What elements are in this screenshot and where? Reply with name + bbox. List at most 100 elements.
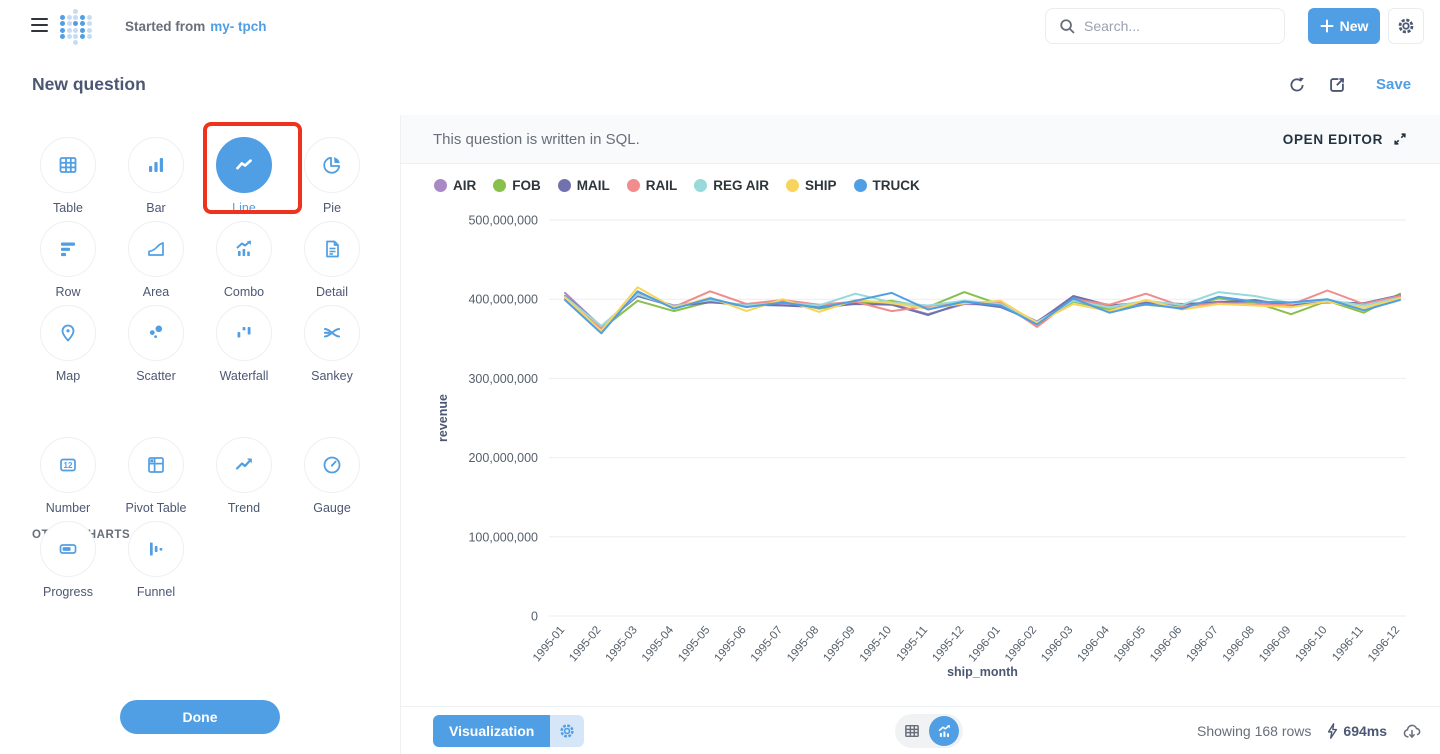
result-info: Showing 168 rows 694ms <box>1197 707 1422 754</box>
chart-type-label: Detail <box>316 285 348 299</box>
legend-color-dot <box>786 179 799 192</box>
hamburger-menu-icon[interactable] <box>31 18 48 32</box>
chart-type-pivot-table[interactable]: Pivot Table <box>112 437 200 515</box>
open-editor-label: OPEN EDITOR <box>1283 132 1383 147</box>
legend-label: TRUCK <box>873 178 920 193</box>
legend-label: FOB <box>512 178 541 193</box>
table-chart-icon <box>40 137 96 193</box>
svg-text:1996-09: 1996-09 <box>1257 624 1293 664</box>
chart-type-bar[interactable]: Bar <box>112 137 200 215</box>
legend-item-fob[interactable]: FOB <box>493 178 541 193</box>
question-title-bar: New question Save <box>0 52 1440 115</box>
share-button[interactable] <box>1327 75 1347 98</box>
svg-text:1996-02: 1996-02 <box>1003 624 1039 664</box>
chart-type-label: Trend <box>228 501 260 515</box>
chart-view-button[interactable] <box>929 716 959 746</box>
chart-type-pie[interactable]: Pie <box>288 137 376 215</box>
chart-type-label: Progress <box>43 585 93 599</box>
chart-type-label: Area <box>143 285 169 299</box>
legend-item-truck[interactable]: TRUCK <box>854 178 920 193</box>
svg-text:revenue: revenue <box>436 394 450 442</box>
legend-color-dot <box>558 179 571 192</box>
svg-text:1996-06: 1996-06 <box>1148 624 1184 664</box>
number-chart-icon: 12 <box>40 437 96 493</box>
refresh-button[interactable] <box>1287 75 1307 98</box>
svg-text:200,000,000: 200,000,000 <box>468 451 538 465</box>
chart-type-area[interactable]: Area <box>112 221 200 299</box>
chart-type-label: Pivot Table <box>126 501 187 515</box>
chart-type-row[interactable]: Row <box>24 221 112 299</box>
row-chart-icon <box>40 221 96 277</box>
pie-chart-icon <box>304 137 360 193</box>
svg-text:1995-06: 1995-06 <box>712 624 748 664</box>
chart-type-trend[interactable]: Trend <box>200 437 288 515</box>
chart-type-combo[interactable]: Combo <box>200 221 288 299</box>
legend-label: SHIP <box>805 178 837 193</box>
gauge-chart-icon <box>304 437 360 493</box>
svg-text:500,000,000: 500,000,000 <box>468 214 538 228</box>
legend-color-dot <box>694 179 707 192</box>
legend-item-mail[interactable]: MAIL <box>558 178 610 193</box>
download-results-button[interactable] <box>1402 722 1422 740</box>
legend-item-rail[interactable]: RAIL <box>627 178 678 193</box>
search-input[interactable] <box>1084 18 1272 34</box>
legend-item-air[interactable]: AIR <box>434 178 476 193</box>
chart-type-sankey[interactable]: Sankey <box>288 305 376 383</box>
lightning-bolt-icon <box>1326 723 1339 739</box>
chart-type-label: Scatter <box>136 369 176 383</box>
svg-text:1996-04: 1996-04 <box>1076 624 1113 665</box>
svg-text:1995-12: 1995-12 <box>930 624 966 664</box>
save-button[interactable]: Save <box>1376 76 1411 93</box>
trend-chart-icon <box>216 437 272 493</box>
svg-text:100,000,000: 100,000,000 <box>468 530 538 544</box>
chart-type-map[interactable]: Map <box>24 305 112 383</box>
top-nav-bar: Started from my- tpch New <box>0 0 1440 52</box>
legend-label: RAIL <box>646 178 678 193</box>
svg-text:1995-05: 1995-05 <box>676 624 712 664</box>
new-button-label: New <box>1340 18 1369 34</box>
sql-banner-text: This question is written in SQL. <box>433 131 640 148</box>
svg-text:ship_month: ship_month <box>947 665 1018 679</box>
progress-chart-icon <box>40 521 96 577</box>
chart-type-funnel[interactable]: Funnel <box>112 521 200 599</box>
chart-type-table[interactable]: Table <box>24 137 112 215</box>
open-editor-button[interactable]: OPEN EDITOR <box>1283 131 1408 147</box>
new-button[interactable]: New <box>1308 8 1380 44</box>
legend-item-ship[interactable]: SHIP <box>786 178 837 193</box>
visualization-button[interactable]: Visualization <box>433 715 550 747</box>
area-chart-icon <box>128 221 184 277</box>
table-view-button[interactable] <box>895 714 929 748</box>
svg-text:1995-10: 1995-10 <box>858 624 894 664</box>
legend-item-reg-air[interactable]: REG AIR <box>694 178 769 193</box>
chart-type-label: Bar <box>146 201 165 215</box>
svg-text:1996-01: 1996-01 <box>967 624 1003 664</box>
legend-label: REG AIR <box>713 178 769 193</box>
chart-type-scatter[interactable]: Scatter <box>112 305 200 383</box>
svg-text:300,000,000: 300,000,000 <box>468 372 538 386</box>
table-view-icon <box>903 722 921 740</box>
chart-type-line[interactable]: Line <box>200 137 288 215</box>
search-box[interactable] <box>1045 8 1285 44</box>
svg-text:1996-11: 1996-11 <box>1330 624 1366 663</box>
chart-type-detail[interactable]: Detail <box>288 221 376 299</box>
svg-text:1995-08: 1995-08 <box>785 624 821 664</box>
chart-type-label: Gauge <box>313 501 351 515</box>
settings-gear-button[interactable] <box>1388 8 1424 44</box>
search-icon <box>1058 17 1076 35</box>
visualization-panel: This question is written in SQL. OPEN ED… <box>401 115 1440 754</box>
breadcrumb: Started from my- tpch <box>125 0 267 52</box>
done-button[interactable]: Done <box>120 700 280 734</box>
metabase-logo-icon[interactable] <box>59 8 93 46</box>
legend-color-dot <box>854 179 867 192</box>
chart-type-number[interactable]: 12Number <box>24 437 112 515</box>
svg-text:400,000,000: 400,000,000 <box>468 293 538 307</box>
visualization-settings-button[interactable] <box>550 715 584 747</box>
gear-icon <box>1396 16 1416 36</box>
svg-text:1995-11: 1995-11 <box>895 624 931 663</box>
chart-type-gauge[interactable]: Gauge <box>288 437 376 515</box>
gear-icon <box>558 722 576 740</box>
legend-color-dot <box>493 179 506 192</box>
chart-type-progress[interactable]: Progress <box>24 521 112 599</box>
breadcrumb-source-link[interactable]: my- tpch <box>210 19 266 34</box>
chart-type-waterfall[interactable]: Waterfall <box>200 305 288 383</box>
